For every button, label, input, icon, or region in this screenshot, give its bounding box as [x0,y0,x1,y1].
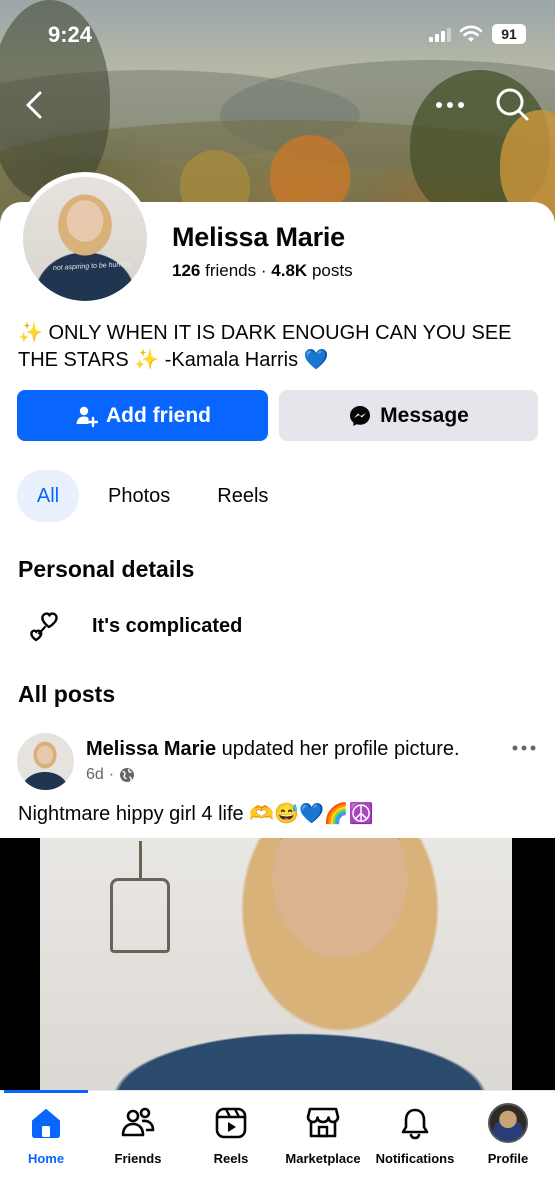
posts-label: posts [311,261,353,280]
nav-profile-label: Profile [487,1151,529,1166]
friends-label[interactable]: friends [205,261,256,280]
nav-reels[interactable]: Reels [185,1103,277,1166]
post-options-icon[interactable] [510,738,538,758]
nav-home-label: Home [27,1151,65,1166]
bottom-navigation: Home Friends Reels Marketplace Notificat… [0,1090,555,1200]
post-meta: 6d · [86,766,135,784]
status-bar: 9:24 91 [0,0,555,70]
home-icon [32,1109,60,1138]
nav-friends-label: Friends [114,1151,162,1166]
all-posts-heading: All posts [18,681,116,707]
tab-all[interactable]: All [17,470,79,522]
profile-tabs: All Photos Reels [17,470,268,522]
nav-friends[interactable]: Friends [92,1103,184,1166]
post-header: Melissa Marie updated her profile pictur… [86,738,460,761]
tab-reels[interactable]: Reels [217,470,268,522]
nav-notifications-label: Notifications [375,1151,455,1166]
message-button[interactable]: Message [279,390,538,441]
posts-count: 4.8K [271,261,308,280]
photo-chandelier [110,841,170,953]
post-photo[interactable] [0,838,555,1090]
friends-icon [121,1107,155,1137]
battery-indicator: 91 [492,24,526,44]
relationship-status: It's complicated [92,614,243,637]
reels-icon [215,1107,247,1139]
post-action-text: updated her profile picture. [221,738,460,760]
wifi-icon [459,25,483,42]
personal-details-heading: Personal details [18,556,195,582]
tab-photos[interactable]: Photos [108,470,170,522]
post-meta-separator: · [108,766,115,783]
profile-bio: ✨ ONLY WHEN IT IS DARK ENOUGH CAN YOU SE… [18,322,512,371]
marketplace-icon [306,1107,340,1138]
nav-notifications[interactable]: Notifications [369,1103,461,1166]
cellular-signal-icon [429,28,451,42]
nav-profile[interactable]: Profile [462,1103,554,1166]
bell-icon [401,1108,429,1140]
globe-icon [120,768,135,782]
status-time: 9:24 [48,22,93,47]
search-icon[interactable] [492,84,532,124]
profile-avatar-thumb [488,1103,528,1143]
nav-marketplace-label: Marketplace [285,1151,361,1166]
add-friend-button[interactable]: Add friend [17,390,268,441]
stats-separator: · [260,261,267,280]
active-tab-indicator [4,1090,88,1093]
post-text: Nightmare hippy girl 4 life 🫶😅💙🌈☮️ [18,803,374,825]
nav-marketplace[interactable]: Marketplace [277,1103,369,1166]
nav-home[interactable]: Home [0,1103,92,1166]
messenger-icon [350,405,371,426]
hearts-icon [30,612,58,642]
add-friend-label: Add friend [106,403,211,427]
more-options-icon[interactable] [430,88,470,122]
avatar-shirt-text: not aspiring to be humble [52,260,132,273]
post-author-name[interactable]: Melissa Marie [86,738,216,760]
relationship-detail: It's complicated [24,606,242,646]
message-label: Message [380,403,469,427]
post-time[interactable]: 6d [86,766,104,784]
post-author-avatar[interactable] [17,733,74,790]
profile-stats: 126 friends · 4.8K posts [172,261,353,281]
profile-avatar[interactable]: not aspiring to be humble [18,172,152,306]
friends-count[interactable]: 126 [172,261,200,280]
add-person-icon [76,406,98,427]
back-arrow-icon[interactable] [18,85,54,125]
nav-reels-label: Reels [213,1151,249,1166]
profile-name: Melissa Marie [172,222,345,252]
